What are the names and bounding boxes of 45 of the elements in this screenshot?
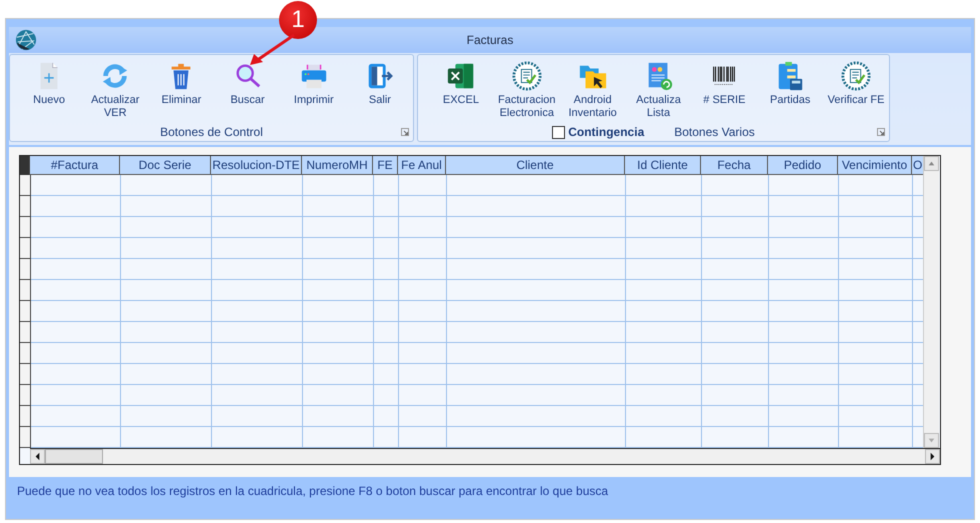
dialog-launcher-icon[interactable] xyxy=(877,128,885,136)
certificate-seal-icon xyxy=(512,61,542,91)
hint-text: Puede que no vea todos los registros en la cuadricula, presione F8 o boton buscar para encontrar lo que busca xyxy=(16,483,610,498)
ribbon-button[interactable]: Buscar xyxy=(214,61,281,120)
ribbon-button[interactable]: Imprimir xyxy=(280,61,347,120)
globe-icon xyxy=(15,29,37,51)
dialog-launcher-icon[interactable] xyxy=(401,128,409,136)
scrollbar-thumb[interactable] xyxy=(45,449,103,464)
column-header[interactable]: Pedido xyxy=(768,156,838,175)
contingencia-checkbox[interactable]: Contingencia xyxy=(552,125,644,139)
window-title: Facturas xyxy=(466,33,514,47)
ribbon-button[interactable]: Nuevo xyxy=(16,61,82,120)
scroll-left-icon[interactable] xyxy=(30,449,45,464)
grid-corner xyxy=(20,156,30,175)
group-label: Botones Varios xyxy=(674,125,755,139)
checkbox-label: Contingencia xyxy=(568,125,644,139)
ribbon-button[interactable]: Actualizar VER xyxy=(82,61,148,120)
ribbon-button[interactable]: # SERIE xyxy=(691,61,758,120)
column-header[interactable]: Fecha xyxy=(701,156,768,175)
ribbon-button[interactable]: Actualiza Lista xyxy=(626,61,692,120)
scroll-up-icon[interactable] xyxy=(924,156,939,171)
column-header[interactable]: O xyxy=(912,156,923,175)
ribbon-button[interactable]: Eliminar xyxy=(148,61,215,120)
column-header[interactable]: Cliente xyxy=(446,156,625,175)
group-label: Botones de Control xyxy=(160,125,263,139)
scroll-right-icon[interactable] xyxy=(925,449,940,464)
column-header[interactable]: NumeroMH xyxy=(302,156,373,175)
step-number-badge: 1 xyxy=(279,1,317,39)
column-header[interactable]: Resolucion-DTE xyxy=(211,156,302,175)
ribbon-button[interactable]: EXCEL xyxy=(428,61,494,120)
ribbon-button[interactable]: Verificar FE xyxy=(823,61,890,120)
certificate-seal-icon xyxy=(841,61,872,91)
annotation-arrow xyxy=(248,33,298,67)
column-header[interactable]: Doc Serie xyxy=(120,156,211,175)
ribbon-button[interactable]: Salir xyxy=(346,61,414,120)
ribbon-button[interactable]: Facturacion Electronica xyxy=(494,61,560,120)
column-header[interactable]: Vencimiento xyxy=(838,156,912,175)
column-header[interactable]: #Factura xyxy=(30,156,120,175)
column-header[interactable]: Fe Anul xyxy=(398,156,446,175)
ribbon-button[interactable]: Android Inventario xyxy=(560,61,626,120)
spreadsheet-icon xyxy=(446,61,476,91)
checkbox[interactable] xyxy=(552,126,566,138)
ribbon-button[interactable]: Partidas xyxy=(757,61,824,120)
column-header[interactable]: Id Cliente xyxy=(625,156,701,175)
column-header[interactable]: FE xyxy=(373,156,398,175)
